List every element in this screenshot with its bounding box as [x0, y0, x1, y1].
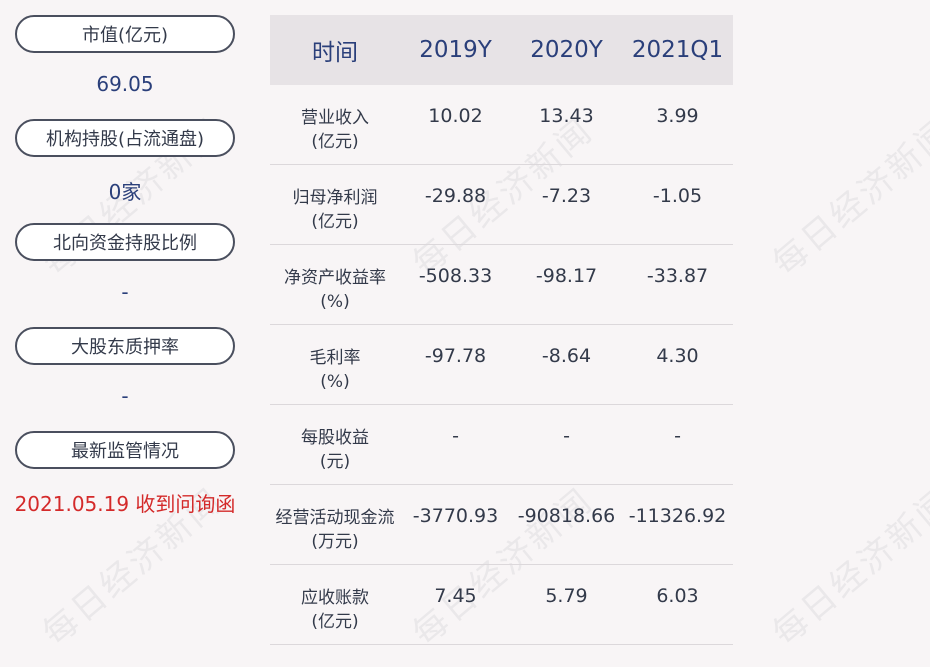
- row-label: 净资产收益率 (%): [284, 268, 386, 312]
- row-label: 归母净利润 (亿元): [292, 188, 378, 232]
- header-2020y: 2020Y: [530, 37, 603, 63]
- institutional-holding-value: 0家: [108, 180, 142, 204]
- table-cell: -: [563, 425, 570, 447]
- table-cell: 4.30: [656, 345, 699, 367]
- regulatory-status-label: 最新监管情况: [15, 431, 235, 469]
- table-cell: -7.23: [541, 185, 592, 207]
- table-row: 净资产收益率 (%) -508.33 -98.17 -33.87: [270, 245, 733, 325]
- table-cell: -: [452, 425, 459, 447]
- table-header: 时间 2019Y 2020Y 2021Q1: [270, 15, 733, 85]
- table-cell: -90818.66: [517, 505, 616, 527]
- table-cell: -3770.93: [412, 505, 499, 527]
- table-cell: -97.78: [424, 345, 487, 367]
- table-row: 归母净利润 (亿元) -29.88 -7.23 -1.05: [270, 165, 733, 245]
- pledge-rate-label: 大股东质押率: [15, 327, 235, 365]
- header-2019y: 2019Y: [419, 37, 492, 63]
- table-row: 毛利率 (%) -97.78 -8.64 4.30: [270, 325, 733, 405]
- table-cell: -98.17: [535, 265, 598, 287]
- table-cell: -29.88: [424, 185, 487, 207]
- row-label: 每股收益 (元): [301, 428, 369, 472]
- table-cell: 10.02: [428, 105, 483, 127]
- header-2021q1: 2021Q1: [631, 37, 724, 63]
- table-cell: -8.64: [541, 345, 592, 367]
- table-cell: -508.33: [418, 265, 493, 287]
- table-cell: 5.79: [545, 585, 588, 607]
- financial-table: 时间 2019Y 2020Y 2021Q1 营业收入 (亿元) 10.02 13.…: [270, 15, 733, 645]
- market-cap-value: 69.05: [96, 72, 154, 96]
- table-row: 应收账款 (亿元) 7.45 5.79 6.03: [270, 565, 733, 645]
- table-row: 每股收益 (元) - - -: [270, 405, 733, 485]
- watermark: 每日经济新闻: [765, 110, 930, 284]
- header-time: 时间: [312, 40, 358, 66]
- table-cell: 7.45: [434, 585, 477, 607]
- table-cell: -11326.92: [628, 505, 727, 527]
- table-cell: 3.99: [656, 105, 699, 127]
- row-label: 应收账款 (亿元): [301, 588, 369, 632]
- table-cell: 13.43: [539, 105, 594, 127]
- pledge-rate-value: -: [121, 384, 129, 408]
- northbound-holding-label: 北向资金持股比例: [15, 223, 235, 261]
- institutional-holding-label: 机构持股(占流通盘): [15, 119, 235, 157]
- row-label: 经营活动现金流 (万元): [275, 508, 395, 552]
- regulatory-status-value: 2021.05.19 收到问询函: [14, 492, 236, 516]
- market-cap-label: 市值(亿元): [15, 15, 235, 53]
- table-cell: -33.87: [646, 265, 709, 287]
- table-cell: 6.03: [656, 585, 699, 607]
- table-cell: -: [674, 425, 681, 447]
- table-cell: -1.05: [652, 185, 703, 207]
- table-row: 经营活动现金流 (万元) -3770.93 -90818.66 -11326.92: [270, 485, 733, 565]
- row-label: 毛利率 (%): [309, 348, 361, 392]
- row-label: 营业收入 (亿元): [301, 108, 369, 152]
- northbound-holding-value: -: [121, 280, 129, 304]
- watermark: 每日经济新闻: [765, 480, 930, 654]
- table-row: 营业收入 (亿元) 10.02 13.43 3.99: [270, 85, 733, 165]
